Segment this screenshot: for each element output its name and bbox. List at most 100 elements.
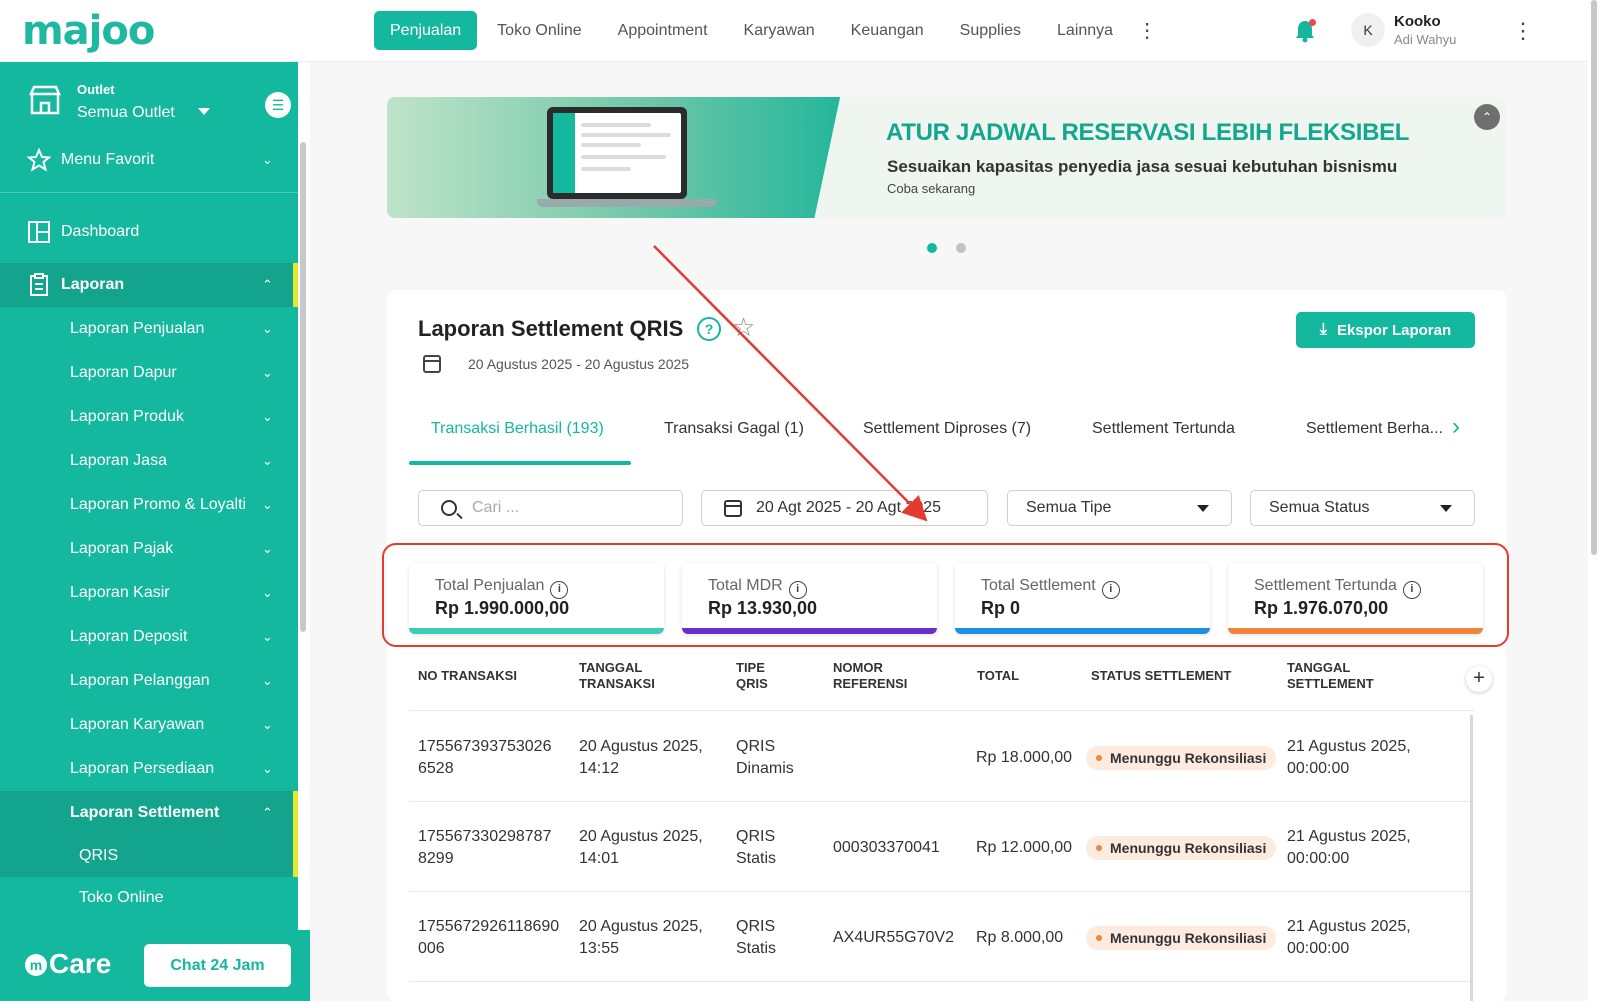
banner-subtitle: Sesuaikan kapasitas penyedia jasa sesuai…	[887, 157, 1398, 176]
carousel-dot-2[interactable]	[956, 243, 966, 253]
carousel-dots	[927, 243, 985, 253]
nav-supplies[interactable]: Supplies	[944, 11, 1037, 50]
sidebar-item-label: Laporan Persediaan	[70, 760, 215, 777]
sidebar-item-laporan-jasa[interactable]: Laporan Jasa ⌄	[0, 439, 298, 483]
sidebar-item-label: Laporan	[61, 276, 125, 293]
sidebar-item-laporan-produk[interactable]: Laporan Produk ⌄	[0, 395, 298, 439]
column-header[interactable]: TANGGAL TRANSAKSI	[579, 660, 669, 692]
sidebar-item-label: Dashboard	[61, 223, 140, 240]
table-row[interactable]: 175567393753026 6528 20 Agustus 2025, 14:1…	[409, 712, 1474, 802]
promo-banner[interactable]: ATUR JADWAL RESERVASI LEBIH FLEKSIBEL Se…	[387, 97, 1506, 218]
caret-down-icon	[1197, 505, 1209, 512]
cell-tipe: Dinamis	[736, 760, 794, 777]
banner-image	[387, 97, 857, 218]
outlet-label: Outlet	[77, 82, 115, 97]
sidebar-item-laporan[interactable]: Laporan ⌃	[0, 263, 298, 307]
sidebar-item-laporan-settlement[interactable]: Laporan Settlement ⌃	[0, 791, 298, 835]
tab-transaksi-gagal[interactable]: Transaksi Gagal (1)	[664, 410, 804, 464]
type-filter-select[interactable]: Semua Tipe	[1007, 490, 1232, 526]
sidebar-item-toko-online[interactable]: Toko Online	[0, 877, 298, 919]
chevron-down-icon: ⌄	[262, 409, 273, 424]
sidebar-item-laporan-penjualan[interactable]: Laporan Penjualan ⌄	[0, 307, 298, 351]
annotation-highlight-box	[382, 543, 1509, 647]
nav-lainnya[interactable]: Lainnya	[1041, 11, 1129, 50]
sidebar-item-laporan-kasir[interactable]: Laporan Kasir ⌄	[0, 571, 298, 615]
avatar[interactable]: K	[1351, 13, 1385, 47]
banner-title: ATUR JADWAL RESERVASI LEBIH FLEKSIBEL	[886, 119, 1410, 146]
date-filter[interactable]: 20 Agt 2025 - 20 Agt 2025	[701, 490, 988, 526]
nav-keuangan[interactable]: Keuangan	[835, 11, 940, 50]
main-nav: Penjualan Toko Online Appointment Karyaw…	[374, 11, 1157, 50]
column-header[interactable]: NOMOR REFERENSI	[833, 660, 923, 692]
sidebar-item-label: Toko Online	[79, 889, 164, 906]
column-header[interactable]: TIPE QRIS	[736, 660, 786, 692]
sidebar-item-laporan-pelanggan[interactable]: Laporan Pelanggan ⌄	[0, 659, 298, 703]
carousel-dot-1[interactable]	[927, 243, 937, 253]
cell-no-transaksi: 175567393753026	[418, 738, 552, 755]
sidebar-item-dashboard[interactable]: Dashboard	[0, 210, 298, 254]
sidebar-item-laporan-deposit[interactable]: Laporan Deposit ⌄	[0, 615, 298, 659]
chevron-down-icon: ⌄	[262, 717, 273, 732]
nav-appointment[interactable]: Appointment	[602, 11, 724, 50]
tab-settlement-berhasil[interactable]: Settlement Berha...	[1306, 410, 1443, 464]
column-header[interactable]: TANGGAL SETTLEMENT	[1287, 660, 1387, 692]
sidebar-item-label: Laporan Penjualan	[70, 320, 205, 337]
cell-no-transaksi: 006	[418, 940, 445, 957]
export-report-button[interactable]: ⤓ Ekspor Laporan	[1296, 312, 1475, 348]
page-scrollbar[interactable]	[1588, 0, 1600, 1001]
tab-transaksi-berhasil[interactable]: Transaksi Berhasil (193)	[431, 410, 604, 464]
sidebar-scrollbar[interactable]	[300, 142, 306, 632]
banner-cta[interactable]: Coba sekarang	[887, 181, 975, 196]
sidebar-item-qris[interactable]: QRIS	[0, 835, 298, 877]
sidebar-item-label: Laporan Pajak	[70, 540, 174, 557]
sidebar-item-laporan-persediaan[interactable]: Laporan Persediaan ⌄	[0, 747, 298, 791]
favorite-star-icon[interactable]: ☆	[732, 312, 755, 343]
sidebar-item-laporan-promo[interactable]: Laporan Promo & Loyalti ⌄	[0, 483, 298, 527]
active-tab-underline	[409, 461, 631, 465]
sidebar-item-label: Laporan Dapur	[70, 364, 177, 381]
nav-karyawan[interactable]: Karyawan	[728, 11, 831, 50]
sidebar-item-label: Laporan Karyawan	[70, 716, 205, 733]
help-icon[interactable]: ?	[697, 317, 721, 341]
tab-settlement-tertunda[interactable]: Settlement Tertunda	[1092, 410, 1235, 464]
nav-more-icon[interactable]: ⋮	[1137, 18, 1157, 43]
chevron-down-icon: ⌄	[262, 761, 273, 776]
column-header[interactable]: STATUS SETTLEMENT	[1091, 668, 1231, 684]
search-input[interactable]: Cari ...	[418, 490, 683, 526]
cell-referensi: AX4UR55G70V2	[833, 929, 954, 946]
star-icon	[27, 148, 51, 172]
collapse-sidebar-icon[interactable]: ☰	[265, 92, 291, 118]
dashboard-icon	[28, 221, 50, 243]
report-icon	[30, 273, 48, 296]
sidebar-item-laporan-pajak[interactable]: Laporan Pajak ⌄	[0, 527, 298, 571]
cell-tipe: Statis	[736, 940, 777, 957]
sidebar-item-laporan-dapur[interactable]: Laporan Dapur ⌄	[0, 351, 298, 395]
column-header[interactable]: NO TRANSAKSI	[418, 668, 517, 684]
column-header[interactable]: TOTAL	[977, 668, 1019, 684]
nav-penjualan[interactable]: Penjualan	[374, 11, 478, 50]
notification-bell-icon[interactable]	[1294, 19, 1316, 43]
sidebar-item-laporan-karyawan[interactable]: Laporan Karyawan ⌄	[0, 703, 298, 747]
outlet-selector[interactable]: Outlet Semua Outlet ☰	[0, 62, 298, 142]
chat-24-jam-button[interactable]: Chat 24 Jam	[144, 944, 291, 987]
outlet-value: Semua Outlet	[77, 104, 175, 121]
banner-collapse-icon[interactable]: ⌃	[1474, 104, 1500, 130]
page-scroll-thumb[interactable]	[1591, 0, 1597, 555]
chevron-right-icon[interactable]: ›	[1452, 413, 1460, 441]
calendar-icon	[724, 500, 742, 517]
status-filter-select[interactable]: Semua Status	[1250, 490, 1475, 526]
status-badge: Menunggu Rekonsiliasi	[1086, 836, 1277, 860]
majoo-logo[interactable]: majoo	[22, 8, 155, 54]
add-column-icon[interactable]: +	[1466, 666, 1492, 692]
cell-tanggal-settlement: 21 Agustus 2025,	[1287, 738, 1411, 755]
nav-toko-online[interactable]: Toko Online	[481, 11, 598, 50]
sidebar-item-menu-favorit[interactable]: Menu Favorit ⌄	[0, 138, 298, 182]
cell-tanggal: 14:12	[579, 760, 620, 777]
tab-settlement-diproses[interactable]: Settlement Diproses (7)	[863, 410, 1031, 464]
type-filter-value: Semua Tipe	[1026, 499, 1112, 516]
top-bar: majoo Penjualan Toko Online Appointment …	[0, 0, 1600, 62]
user-menu-icon[interactable]: ⋮	[1512, 18, 1534, 44]
table-scrollbar[interactable]	[1470, 715, 1473, 1001]
table-row[interactable]: 1755672926118690 006 20 Agustus 2025, 13:5…	[409, 892, 1474, 982]
table-row[interactable]: 175567330298787 8299 20 Agustus 2025, 14:0…	[409, 802, 1474, 892]
